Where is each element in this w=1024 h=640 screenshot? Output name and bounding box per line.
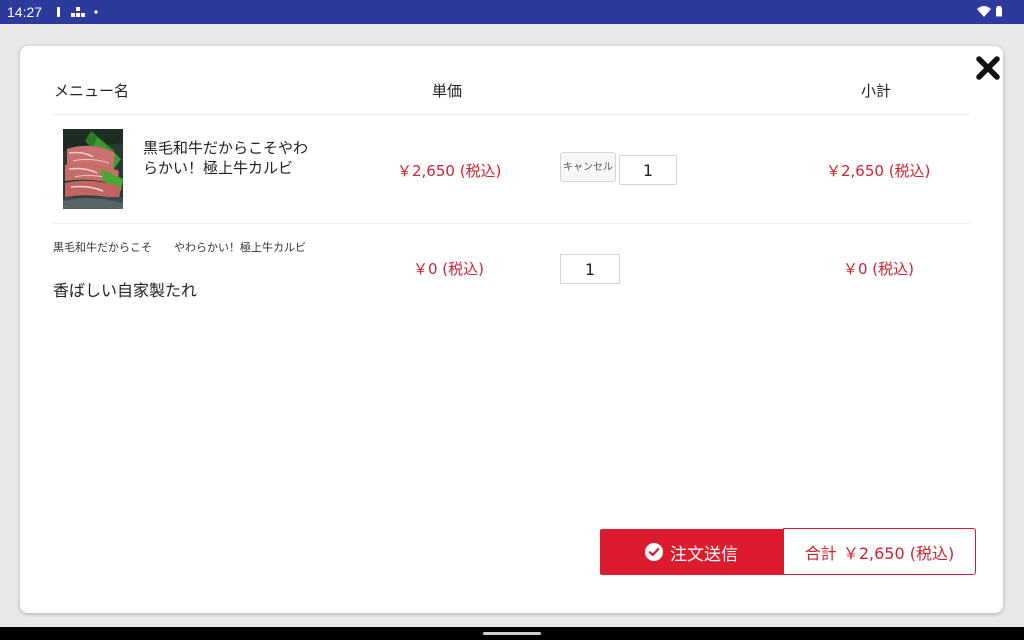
item-thumbnail bbox=[63, 129, 123, 209]
sim-card-icon bbox=[57, 7, 60, 17]
status-bar: 14:27 bbox=[0, 0, 1024, 24]
cancel-button[interactable]: キャンセル bbox=[560, 152, 616, 182]
status-time: 14:27 bbox=[7, 4, 43, 20]
option-name: 香ばしい自家製たれ bbox=[53, 281, 198, 300]
option-unit-price: ￥0 (税込) bbox=[413, 260, 485, 278]
header-divider bbox=[53, 114, 970, 115]
dot-icon bbox=[94, 10, 98, 14]
option-subtotal: ￥0 (税込) bbox=[843, 260, 915, 278]
battery-icon bbox=[996, 6, 1002, 17]
navigation-bar bbox=[0, 627, 1024, 640]
close-icon[interactable] bbox=[975, 55, 1001, 81]
option-quantity-field[interactable]: 1 bbox=[560, 254, 620, 284]
order-total: 合計 ￥2,650 (税込) bbox=[783, 528, 976, 575]
submit-order-label: 注文送信 bbox=[670, 544, 738, 565]
network-icon bbox=[71, 7, 85, 17]
quantity-field[interactable]: 1 bbox=[619, 155, 677, 185]
submit-order-button[interactable]: 注文送信 bbox=[600, 529, 783, 575]
total-value: ￥2,650 (税込) bbox=[842, 543, 955, 563]
item-subtotal: ￥2,650 (税込) bbox=[826, 162, 931, 180]
header-subtotal: 小計 bbox=[861, 82, 892, 100]
header-unit-price: 単価 bbox=[432, 82, 463, 100]
header-menu-name: メニュー名 bbox=[54, 82, 130, 100]
row-divider bbox=[53, 223, 970, 224]
item-name: 黒毛和牛だからこそやわらかい！極上牛カルビ bbox=[143, 139, 309, 177]
wifi-icon bbox=[977, 6, 991, 17]
item-unit-price: ￥2,650 (税込) bbox=[397, 162, 502, 180]
option-parent-name: 黒毛和牛だからこそ やわらかい！極上牛カルビ bbox=[53, 241, 306, 254]
home-handle[interactable] bbox=[483, 632, 541, 635]
check-circle-icon bbox=[645, 543, 663, 561]
total-label: 合計 bbox=[804, 543, 837, 563]
